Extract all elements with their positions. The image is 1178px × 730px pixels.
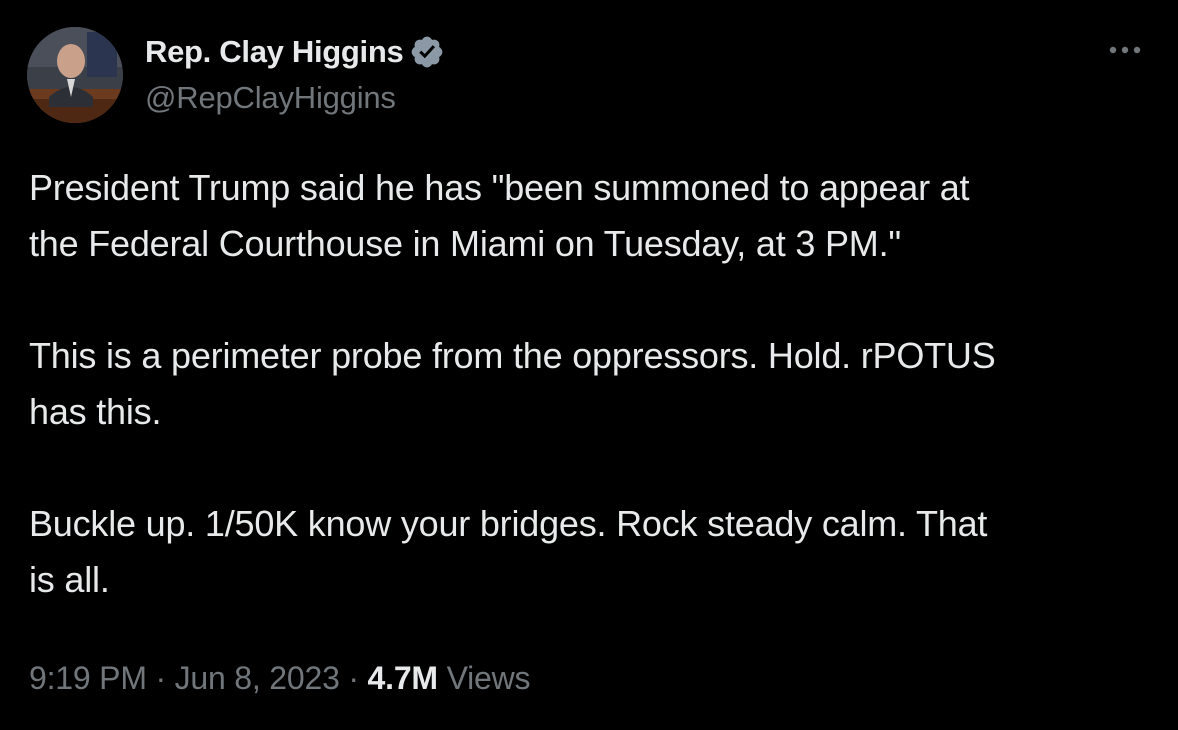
- views-label: Views: [446, 660, 531, 696]
- tweet-paragraph: Buckle up. 1/50K know your bridges. Rock…: [29, 503, 988, 600]
- author-handle[interactable]: @RepClayHiggins: [145, 80, 396, 116]
- verified-badge-icon: [409, 34, 445, 70]
- meta-separator: ·: [146, 660, 175, 696]
- tweet-time: 9:19 PM: [29, 660, 147, 696]
- more-options-button[interactable]: [1100, 30, 1150, 70]
- meta-separator: ·: [339, 660, 368, 696]
- tweet-paragraph: This is a perimeter probe from the oppre…: [29, 335, 996, 432]
- tweet-paragraph: President Trump said he has "been summon…: [29, 167, 970, 264]
- avatar[interactable]: [27, 27, 123, 123]
- author-name-row: Rep. Clay Higgins: [145, 32, 445, 72]
- more-horizontal-icon: [1109, 46, 1141, 54]
- tweet-timestamp[interactable]: 9:19 PM · Jun 8, 2023: [29, 660, 340, 696]
- tweet-date: Jun 8, 2023: [174, 660, 340, 696]
- tweet-text: President Trump said he has "been summon…: [29, 160, 1159, 608]
- avatar-image: [27, 27, 123, 123]
- views-count: 4.7M: [367, 660, 439, 696]
- tweet-card: Rep. Clay Higgins @RepClayHiggins Presid…: [0, 0, 1178, 730]
- tweet-metadata: 9:19 PM · Jun 8, 2023 · 4.7M Views: [29, 660, 531, 697]
- author-display-name[interactable]: Rep. Clay Higgins: [145, 34, 404, 70]
